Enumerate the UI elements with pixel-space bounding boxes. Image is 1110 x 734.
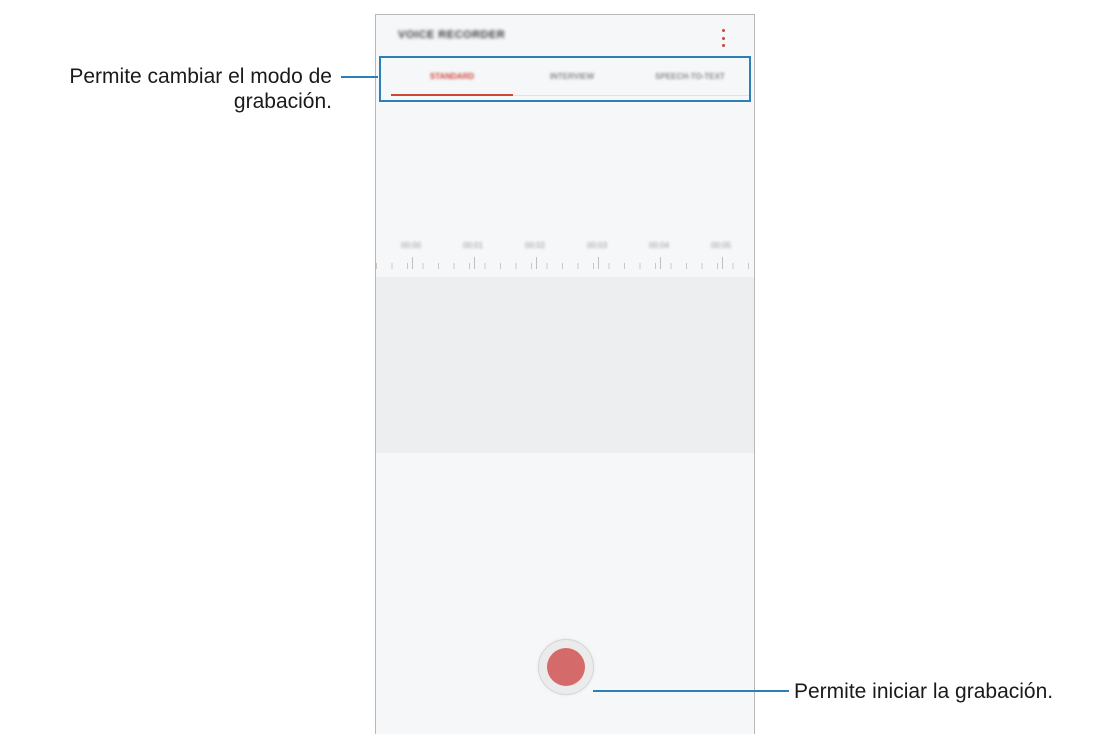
time-label: 00:02 <box>525 241 546 250</box>
mode-callout-line2: grabación. <box>233 90 332 113</box>
waveform-area <box>376 277 754 453</box>
app-bar: VOICE RECORDER <box>376 15 754 61</box>
app-title: VOICE RECORDER <box>398 29 506 41</box>
time-label: 00:05 <box>711 241 732 250</box>
time-ruler <box>376 255 754 269</box>
timeline: 00:00 00:01 00:02 00:03 00:04 00:05 <box>376 237 754 277</box>
time-label: 00:03 <box>587 241 608 250</box>
record-icon <box>547 648 585 686</box>
mode-callout-line1: Permite cambiar el modo de <box>69 65 332 88</box>
time-label: 00:04 <box>649 241 670 250</box>
record-callout-leader <box>593 690 789 692</box>
more-options-icon[interactable] <box>716 29 730 47</box>
mode-callout: Permite cambiar el modo de grabación. <box>69 64 332 114</box>
phone-screen: VOICE RECORDER STANDARD INTERVIEW SPEECH… <box>375 14 755 734</box>
mode-callout-leader <box>341 76 378 78</box>
record-callout: Permite iniciar la grabación. <box>794 680 1054 703</box>
time-label: 00:00 <box>401 241 422 250</box>
time-label: 00:01 <box>463 241 484 250</box>
tabs-highlight-box <box>379 56 751 102</box>
record-button[interactable] <box>538 639 594 695</box>
